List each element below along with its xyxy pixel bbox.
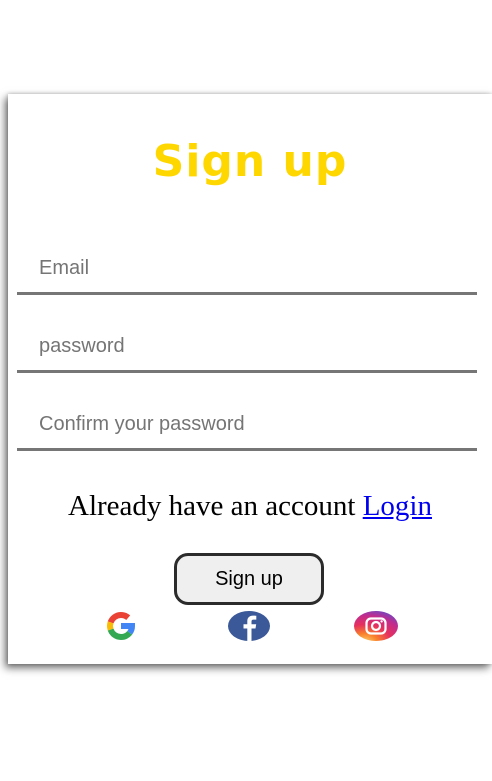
google-icon — [107, 612, 135, 641]
password-field[interactable] — [17, 323, 477, 373]
login-link[interactable]: Login — [363, 490, 432, 522]
facebook-login-button[interactable] — [227, 610, 273, 642]
facebook-icon — [228, 611, 270, 641]
google-login-button[interactable] — [98, 610, 144, 642]
login-prompt-text: Already have an account — [68, 490, 363, 522]
signup-button[interactable]: Sign up — [174, 553, 324, 605]
instagram-icon — [354, 611, 398, 641]
login-prompt: Already have an account Login — [8, 487, 492, 525]
page-title: Sign up — [152, 136, 348, 187]
instagram-login-button[interactable] — [353, 610, 399, 642]
email-field[interactable] — [17, 245, 477, 295]
confirm-password-field[interactable] — [17, 401, 477, 451]
signup-card: Sign up Already have an account Login Si… — [8, 94, 492, 664]
